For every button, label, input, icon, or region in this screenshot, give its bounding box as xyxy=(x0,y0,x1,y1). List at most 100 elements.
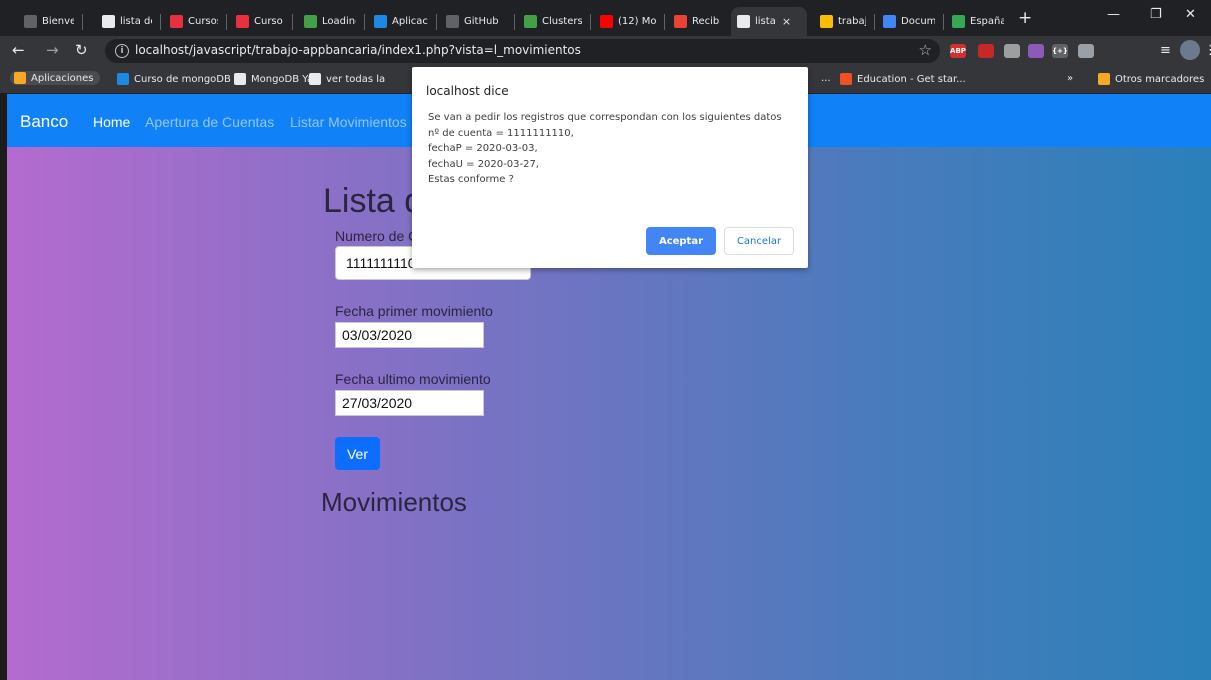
browser-tab[interactable]: Cursos xyxy=(164,7,224,36)
bookmark-item[interactable]: Education - Get star... xyxy=(840,73,966,85)
browser-tab-label: (12) Mo xyxy=(618,16,656,27)
bookmark-item[interactable]: ver todas la xyxy=(309,73,385,85)
browser-tab-label: lista xyxy=(755,16,776,27)
reload-icon[interactable]: ↻ xyxy=(75,42,88,59)
chart-icon xyxy=(952,15,965,28)
tab-separator xyxy=(82,14,83,30)
browser-tab-label: Clusters xyxy=(542,16,582,27)
page-title: Lista d xyxy=(323,182,424,220)
alert-dialog: localhost dice Se van a pedir los regist… xyxy=(412,67,808,268)
tab-separator xyxy=(226,14,227,30)
browser-tab-label: Curso o xyxy=(254,16,284,27)
browser-tab[interactable]: Aplicaci xyxy=(368,7,434,36)
browser-tab[interactable]: Clusters xyxy=(518,7,588,36)
browser-tab[interactable]: GitHub xyxy=(440,7,512,36)
drive-extension-icon[interactable] xyxy=(1004,44,1020,58)
tab-separator xyxy=(514,14,515,30)
google-icon xyxy=(309,73,321,85)
extension-red-icon[interactable] xyxy=(978,44,994,58)
cuenta-label: Numero de C xyxy=(335,228,419,244)
close-tab-icon[interactable]: × xyxy=(782,15,791,28)
bookmark-item[interactable]: Aplicaciones xyxy=(10,71,101,85)
back-icon[interactable]: ← xyxy=(12,42,25,59)
browser-tab-label: Bienven xyxy=(42,16,74,27)
tab-separator xyxy=(943,14,944,30)
nav-home[interactable]: Home xyxy=(93,114,130,130)
browser-tab-strip: Bienven lista de Cursos Curso o Loading Aplic… xyxy=(0,0,1211,36)
dialog-line: fechaP = 2020-03-03, xyxy=(428,143,538,154)
new-tab-button[interactable]: + xyxy=(1018,8,1032,28)
forward-icon[interactable]: → xyxy=(46,42,59,59)
dialog-title: localhost dice xyxy=(426,84,509,98)
globe-icon xyxy=(102,15,115,28)
address-url[interactable]: localhost/javascript/trabajo-appbancaria… xyxy=(135,43,581,57)
udemy-icon xyxy=(117,73,129,85)
extension-puzzle-icon[interactable] xyxy=(1078,44,1094,58)
browser-tab[interactable]: Recibid xyxy=(668,7,726,36)
leaf-icon xyxy=(524,15,537,28)
aceptar-button[interactable]: Aceptar xyxy=(646,227,716,255)
browser-tab-label: Docum xyxy=(901,16,935,27)
extension-flag-icon[interactable] xyxy=(1028,44,1044,58)
fecha-primer-label: Fecha primer movimiento xyxy=(335,303,493,319)
browser-tab[interactable]: Loading xyxy=(298,7,362,36)
bookmark-label: Aplicaciones xyxy=(31,72,94,84)
reading-list-icon[interactable]: ≡ xyxy=(1160,42,1171,59)
app-icon xyxy=(374,15,387,28)
adblock-plus-icon[interactable]: ABP xyxy=(950,44,966,58)
browser-tab[interactable]: (12) Mo xyxy=(594,7,662,36)
bookmark-label: Otros marcadores xyxy=(1115,73,1205,85)
tab-separator xyxy=(292,14,293,30)
dialog-line: nº de cuenta = 1111111110, xyxy=(428,127,574,139)
bookmark-item[interactable]: ... xyxy=(821,73,831,84)
browser-tab-label: Loading xyxy=(322,16,356,27)
browser-tab[interactable]: España xyxy=(946,7,1010,36)
close-window-icon[interactable]: ✕ xyxy=(1185,7,1196,22)
tab-separator xyxy=(160,14,161,30)
fecha-primer-input[interactable]: 03/03/2020 xyxy=(335,322,484,348)
movimientos-heading: Movimientos xyxy=(321,487,467,517)
bookmark-label: Education - Get star... xyxy=(857,73,966,85)
fecha-ultimo-input[interactable]: 27/03/2020 xyxy=(335,390,484,416)
globe-icon xyxy=(737,15,750,28)
bookmark-label: Curso de mongoDB xyxy=(134,73,231,85)
docs-icon xyxy=(883,15,896,28)
minimize-icon[interactable]: — xyxy=(1107,7,1120,22)
browser-tab-label: GitHub xyxy=(464,16,499,27)
browser-tab[interactable]: lista × xyxy=(731,7,807,36)
address-bar[interactable]: i localhost/javascript/trabajo-appbancar… xyxy=(105,39,940,63)
bookmark-item[interactable]: MongoDB Ya xyxy=(234,73,313,85)
cancelar-button[interactable]: Cancelar xyxy=(724,227,794,255)
dialog-line: fechaU = 2020-03-27, xyxy=(428,158,539,170)
browser-tab[interactable]: Curso o xyxy=(230,7,290,36)
tab-separator xyxy=(364,14,365,30)
browser-tab-label: trabajo xyxy=(838,16,866,27)
spinner-icon xyxy=(446,15,459,28)
bookmark-star-icon[interactable]: ☆ xyxy=(919,41,932,59)
profile-avatar[interactable] xyxy=(1180,40,1200,60)
browser-tab[interactable]: Docum xyxy=(877,7,941,36)
browser-tab-label: Recibid xyxy=(692,16,720,27)
browser-tab[interactable]: lista de xyxy=(96,7,158,36)
browser-tab[interactable]: trabajo xyxy=(814,7,872,36)
window-left-edge xyxy=(0,94,7,680)
folder-icon xyxy=(1098,73,1110,85)
nav-listar-movimientos[interactable]: Listar Movimientos xyxy=(290,114,407,130)
bookmark-item[interactable]: » xyxy=(1067,73,1073,84)
restore-icon[interactable]: ❐ xyxy=(1150,7,1162,22)
bookmark-item[interactable]: Otros marcadores xyxy=(1098,73,1204,85)
extension-code-icon[interactable]: {+} xyxy=(1052,44,1068,58)
menu-kebab-icon[interactable]: ⋮ xyxy=(1204,42,1211,59)
bookmark-item[interactable]: Curso de mongoDB xyxy=(117,73,231,85)
microsoft-icon xyxy=(840,73,852,85)
oracle-icon xyxy=(170,15,183,28)
ver-button[interactable]: Ver xyxy=(335,437,380,470)
tab-separator xyxy=(874,14,875,30)
nav-apertura-cuentas[interactable]: Apertura de Cuentas xyxy=(145,114,274,130)
tab-separator xyxy=(590,14,591,30)
apps-grid-icon xyxy=(14,72,26,84)
brand-link[interactable]: Banco xyxy=(20,112,68,132)
site-info-icon[interactable]: i xyxy=(115,44,129,58)
browser-tab[interactable]: Bienven xyxy=(18,7,80,36)
browser-tab-label: lista de xyxy=(120,16,152,27)
